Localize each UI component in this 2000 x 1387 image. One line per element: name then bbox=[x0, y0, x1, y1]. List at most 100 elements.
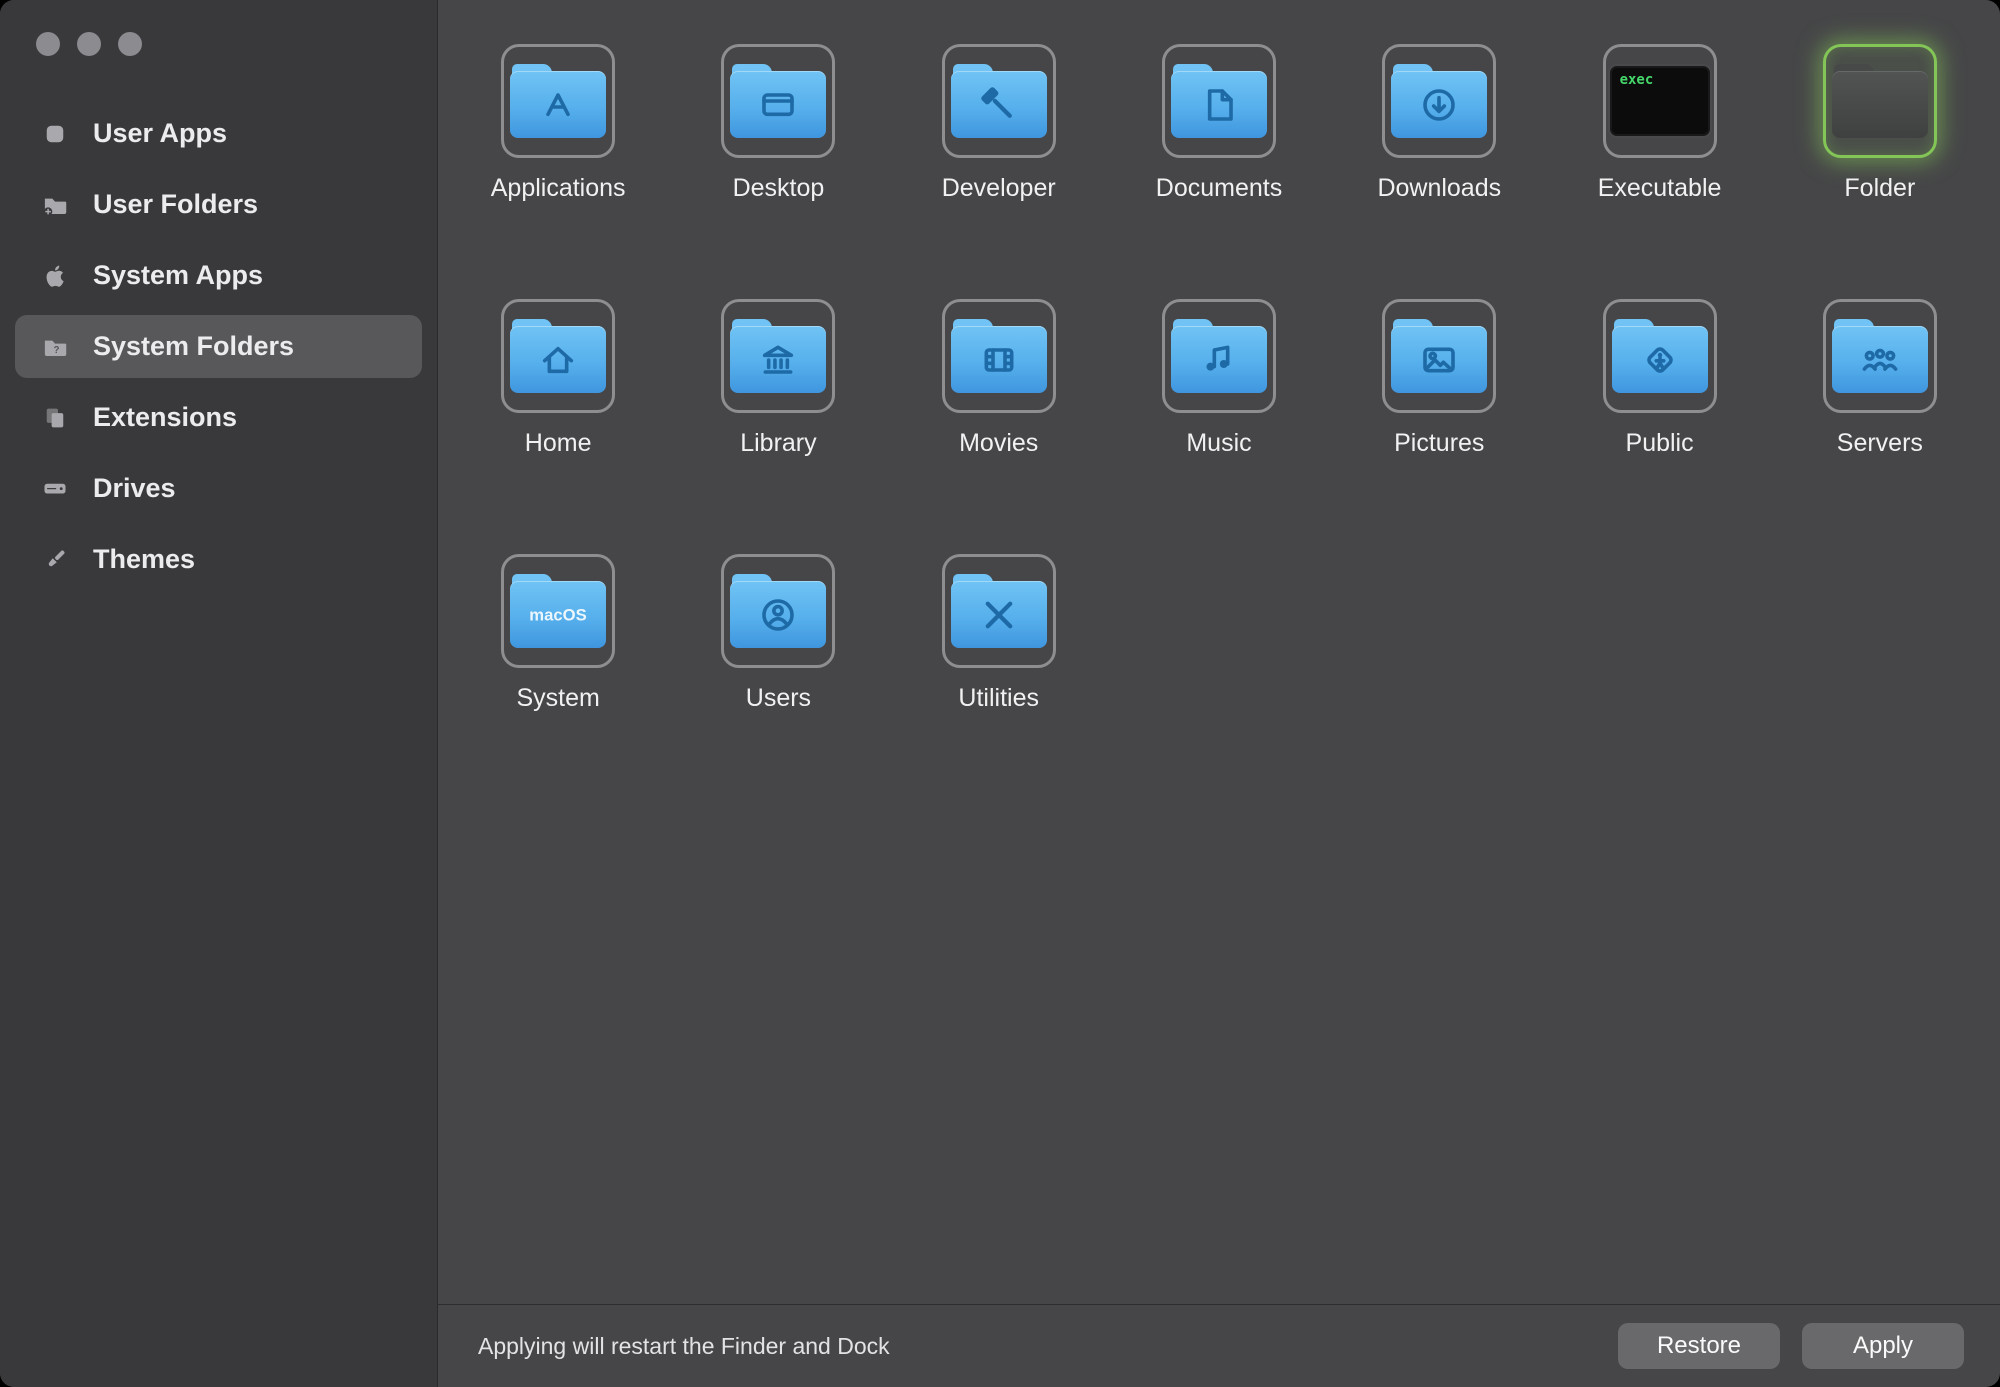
icon-item-utilities[interactable]: Utilities bbox=[889, 554, 1109, 713]
icon-tile: exec bbox=[1603, 44, 1717, 158]
apply-button[interactable]: Apply bbox=[1802, 1323, 1964, 1369]
sidebar-item-system-apps[interactable]: System Apps bbox=[15, 244, 422, 307]
icon-item-downloads[interactable]: Downloads bbox=[1329, 44, 1549, 203]
icon-tile bbox=[721, 554, 835, 668]
home-folder-icon bbox=[510, 319, 606, 393]
applications-folder-icon bbox=[510, 64, 606, 138]
sidebar-item-system-folders[interactable]: ? System Folders bbox=[15, 315, 422, 378]
servers-folder-icon bbox=[1832, 319, 1928, 393]
user-folders-icon bbox=[37, 187, 73, 223]
icon-tile bbox=[1603, 299, 1717, 413]
sidebar-item-label: Drives bbox=[93, 473, 176, 504]
sidebar-item-label: User Apps bbox=[93, 118, 227, 149]
sidebar-item-label: User Folders bbox=[93, 189, 258, 220]
icon-tile bbox=[1162, 299, 1276, 413]
icon-item-desktop[interactable]: Desktop bbox=[668, 44, 888, 203]
icon-item-developer[interactable]: Developer bbox=[889, 44, 1109, 203]
icon-tile bbox=[1382, 44, 1496, 158]
icon-tile: macOS bbox=[501, 554, 615, 668]
icon-tile bbox=[942, 44, 1056, 158]
icon-tile bbox=[1823, 299, 1937, 413]
icon-item-movies[interactable]: Movies bbox=[889, 299, 1109, 458]
public-folder-icon bbox=[1612, 319, 1708, 393]
sidebar-item-label: System Apps bbox=[93, 260, 263, 291]
icon-tile bbox=[721, 44, 835, 158]
extensions-icon bbox=[37, 400, 73, 436]
minimize-button[interactable] bbox=[77, 32, 101, 56]
icon-tile bbox=[501, 299, 615, 413]
footer-bar: Applying will restart the Finder and Doc… bbox=[438, 1304, 2000, 1387]
sidebar-item-themes[interactable]: Themes bbox=[15, 528, 422, 591]
restore-button[interactable]: Restore bbox=[1618, 1323, 1780, 1369]
user-apps-icon bbox=[37, 116, 73, 152]
system-folder-icon: macOS bbox=[510, 574, 606, 648]
sidebar-nav: User Apps User Folders System Apps? System … bbox=[0, 102, 437, 591]
icon-label: Users bbox=[746, 684, 811, 713]
drives-icon bbox=[37, 471, 73, 507]
developer-folder-icon bbox=[951, 64, 1047, 138]
icon-label: Executable bbox=[1598, 174, 1722, 203]
executable-icon: exec bbox=[1608, 64, 1712, 138]
icon-label: Library bbox=[740, 429, 816, 458]
icon-tile bbox=[721, 299, 835, 413]
svg-text:macOS: macOS bbox=[529, 605, 586, 624]
icon-label: Servers bbox=[1837, 429, 1923, 458]
pictures-folder-icon bbox=[1391, 319, 1487, 393]
icon-item-executable[interactable]: exec Executable bbox=[1549, 44, 1769, 203]
sidebar-item-user-folders[interactable]: User Folders bbox=[15, 173, 422, 236]
icon-label: Public bbox=[1626, 429, 1694, 458]
utilities-folder-icon bbox=[951, 574, 1047, 648]
icon-label: Utilities bbox=[958, 684, 1039, 713]
themes-icon bbox=[37, 542, 73, 578]
main-panel: Applications Desktop Developer Documents Dow… bbox=[438, 0, 2000, 1387]
icon-item-users[interactable]: Users bbox=[668, 554, 888, 713]
icon-label: Desktop bbox=[733, 174, 825, 203]
icon-tile bbox=[942, 299, 1056, 413]
icon-label: Music bbox=[1186, 429, 1251, 458]
icon-item-documents[interactable]: Documents bbox=[1109, 44, 1329, 203]
icon-grid-container: Applications Desktop Developer Documents Dow… bbox=[438, 0, 2000, 1304]
system-apps-icon bbox=[37, 258, 73, 294]
icon-label: Documents bbox=[1156, 174, 1282, 203]
icon-tile bbox=[1823, 44, 1937, 158]
sidebar-item-label: System Folders bbox=[93, 331, 294, 362]
icon-item-applications[interactable]: Applications bbox=[448, 44, 668, 203]
desktop-folder-icon bbox=[730, 64, 826, 138]
icon-item-folder[interactable]: Folder bbox=[1770, 44, 1990, 203]
close-button[interactable] bbox=[36, 32, 60, 56]
svg-text:?: ? bbox=[54, 345, 60, 356]
sidebar-item-drives[interactable]: Drives bbox=[15, 457, 422, 520]
sidebar-item-extensions[interactable]: Extensions bbox=[15, 386, 422, 449]
users-folder-icon bbox=[730, 574, 826, 648]
sidebar: User Apps User Folders System Apps? System … bbox=[0, 0, 438, 1387]
sidebar-item-user-apps[interactable]: User Apps bbox=[15, 102, 422, 165]
zoom-button[interactable] bbox=[118, 32, 142, 56]
icon-item-pictures[interactable]: Pictures bbox=[1329, 299, 1549, 458]
icon-label: Home bbox=[525, 429, 592, 458]
icon-item-public[interactable]: Public bbox=[1549, 299, 1769, 458]
app-window: User Apps User Folders System Apps? System … bbox=[0, 0, 2000, 1387]
icon-grid: Applications Desktop Developer Documents Dow… bbox=[448, 44, 1990, 713]
icon-item-system[interactable]: macOSSystem bbox=[448, 554, 668, 713]
icon-tile bbox=[501, 44, 615, 158]
icon-item-home[interactable]: Home bbox=[448, 299, 668, 458]
icon-tile bbox=[1382, 299, 1496, 413]
icon-label: Applications bbox=[491, 174, 626, 203]
icon-item-music[interactable]: Music bbox=[1109, 299, 1329, 458]
music-folder-icon bbox=[1171, 319, 1267, 393]
icon-item-library[interactable]: Library bbox=[668, 299, 888, 458]
icon-label: Pictures bbox=[1394, 429, 1484, 458]
documents-folder-icon bbox=[1171, 64, 1267, 138]
system-folders-icon: ? bbox=[37, 329, 73, 365]
footer-note: Applying will restart the Finder and Doc… bbox=[478, 1333, 1618, 1360]
window-controls bbox=[0, 0, 437, 56]
icon-label: Downloads bbox=[1377, 174, 1501, 203]
icon-tile bbox=[942, 554, 1056, 668]
library-folder-icon bbox=[730, 319, 826, 393]
icon-label: Movies bbox=[959, 429, 1038, 458]
sidebar-item-label: Extensions bbox=[93, 402, 237, 433]
icon-item-servers[interactable]: Servers bbox=[1770, 299, 1990, 458]
icon-tile bbox=[1162, 44, 1276, 158]
sidebar-item-label: Themes bbox=[93, 544, 195, 575]
icon-label: Developer bbox=[942, 174, 1056, 203]
